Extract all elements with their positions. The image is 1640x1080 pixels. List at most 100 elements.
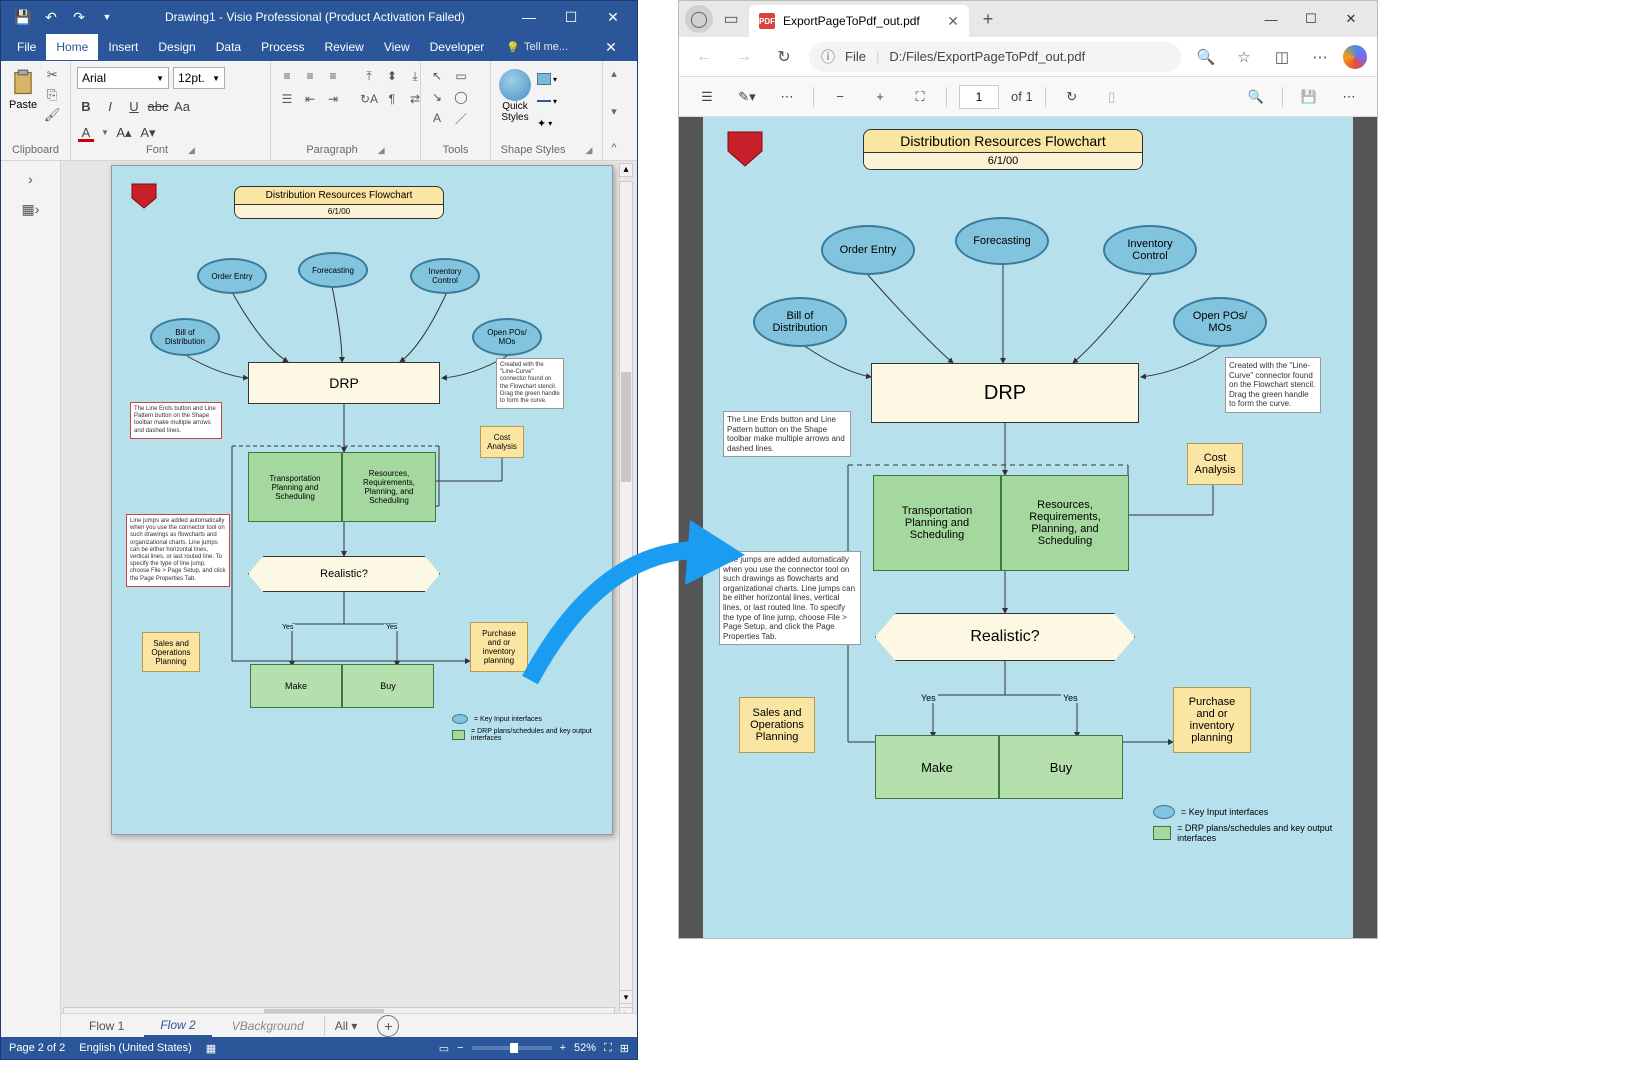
page-tab-vbackground[interactable]: VBackground: [216, 1016, 320, 1036]
save-pdf-icon[interactable]: 💾: [1295, 83, 1323, 111]
cut-icon[interactable]: ✂: [43, 67, 61, 83]
strikethrough-button[interactable]: abc: [149, 97, 167, 115]
effects-button[interactable]: ✦▾: [537, 115, 557, 131]
favorite-icon[interactable]: ☆: [1229, 42, 1259, 72]
tab-review[interactable]: Review: [314, 34, 373, 60]
shrink-font-button[interactable]: A▾: [139, 124, 157, 142]
italic-button[interactable]: I: [101, 97, 119, 115]
zoom-slider[interactable]: [472, 1046, 552, 1050]
back-button[interactable]: ←: [689, 42, 719, 72]
zoom-out-pdf[interactable]: −: [826, 83, 854, 111]
quick-styles-button[interactable]: Quick Styles: [497, 67, 533, 125]
grow-font-button[interactable]: A▴: [115, 124, 133, 142]
site-info-icon[interactable]: ⓘ: [821, 47, 835, 67]
connector-tool[interactable]: ↘: [427, 88, 447, 106]
ellipse-tool[interactable]: ◯: [451, 88, 471, 106]
fit-page-icon[interactable]: ⛶: [604, 1042, 612, 1055]
presentation-mode-icon[interactable]: ▭: [439, 1042, 449, 1055]
address-bar[interactable]: ⓘ File | D:/Files/ExportPageToPdf_out.pd…: [809, 42, 1181, 72]
align-left-button[interactable]: ≡: [277, 67, 297, 85]
split-screen-icon[interactable]: ◫: [1267, 42, 1297, 72]
font-name-dropdown[interactable]: Arial▼: [77, 67, 169, 89]
edge-close-button[interactable]: ✕: [1331, 4, 1371, 34]
shape-styles-dialog-launcher[interactable]: ◢: [585, 145, 592, 156]
rotate-text-button[interactable]: ↻A: [359, 90, 379, 108]
maximize-button[interactable]: ☐: [551, 3, 591, 31]
align-middle-button[interactable]: ⬍: [382, 67, 402, 85]
fill-color-button[interactable]: ▾: [537, 71, 557, 87]
page-tab-flow2[interactable]: Flow 2: [144, 1015, 211, 1037]
paragraph-dialog-launcher[interactable]: ◢: [378, 145, 385, 156]
contents-icon[interactable]: ☰: [693, 83, 721, 111]
close-ribbon-button[interactable]: ✕: [591, 39, 631, 56]
browser-tab[interactable]: PDF ExportPageToPdf_out.pdf ✕: [749, 5, 969, 37]
find-icon[interactable]: 🔍: [1242, 83, 1270, 111]
align-center-button[interactable]: ≡: [300, 67, 320, 85]
tab-developer[interactable]: Developer: [420, 34, 495, 60]
pointer-tool[interactable]: ↖: [427, 67, 447, 85]
undo-icon[interactable]: ↶: [41, 7, 61, 27]
zoom-in-button[interactable]: +: [560, 1042, 566, 1054]
page-view-icon[interactable]: ▯: [1098, 83, 1126, 111]
add-page-button[interactable]: +: [377, 1015, 399, 1037]
pan-zoom-icon[interactable]: ⊞: [620, 1042, 629, 1055]
decrease-indent-button[interactable]: ⇤: [300, 90, 320, 108]
tab-file[interactable]: File: [7, 34, 46, 60]
zoom-out-button[interactable]: −: [457, 1042, 463, 1054]
zoom-level[interactable]: 52%: [574, 1042, 596, 1054]
page-tab-flow1[interactable]: Flow 1: [73, 1016, 140, 1036]
tab-design[interactable]: Design: [148, 34, 205, 60]
close-tab-button[interactable]: ✕: [947, 13, 959, 30]
qat-dropdown-icon[interactable]: ▼: [97, 7, 117, 27]
align-right-button[interactable]: ≡: [323, 67, 343, 85]
macro-record-icon[interactable]: ▦: [206, 1042, 216, 1055]
align-top-button[interactable]: ⤒: [359, 67, 379, 85]
tab-view[interactable]: View: [374, 34, 420, 60]
expand-shapes-icon[interactable]: ›: [20, 169, 42, 189]
close-button[interactable]: ✕: [593, 3, 633, 31]
drawing-canvas[interactable]: ▴ Distribution Resources Flowchart 6/1/0…: [61, 161, 637, 1059]
font-dialog-launcher[interactable]: ◢: [188, 145, 195, 156]
underline-button[interactable]: U: [125, 97, 143, 115]
format-painter-icon[interactable]: 🖌: [43, 107, 61, 123]
forward-button[interactable]: →: [729, 42, 759, 72]
tab-actions-icon[interactable]: ▭: [717, 5, 745, 33]
minimize-button[interactable]: —: [509, 3, 549, 31]
more-tools-icon[interactable]: ⋯: [773, 83, 801, 111]
fit-width-icon[interactable]: ⛶: [906, 83, 934, 111]
copy-icon[interactable]: ⎘: [43, 87, 61, 103]
pdf-viewer[interactable]: Distribution Resources Flowchart 6/1/00: [679, 117, 1377, 938]
language-indicator[interactable]: English (United States): [79, 1042, 192, 1054]
pdf-more-icon[interactable]: ⋯: [1335, 83, 1363, 111]
draw-icon[interactable]: ✎▾: [733, 83, 761, 111]
tab-home[interactable]: Home: [46, 34, 98, 60]
vertical-scrollbar[interactable]: [619, 181, 633, 1023]
scroll-up-button[interactable]: ▴: [619, 163, 633, 177]
edge-maximize-button[interactable]: ☐: [1291, 4, 1331, 34]
paragraph-marks-button[interactable]: ¶: [382, 90, 402, 108]
tab-data[interactable]: Data: [206, 34, 251, 60]
profile-icon[interactable]: ◯: [685, 5, 713, 33]
line-tool[interactable]: ／: [451, 109, 471, 127]
bullets-button[interactable]: ☰: [277, 90, 297, 108]
font-color-button[interactable]: A: [77, 123, 95, 142]
rotate-icon[interactable]: ↻: [1058, 83, 1086, 111]
tell-me-search[interactable]: 💡 Tell me...: [494, 41, 568, 54]
text-highlight-button[interactable]: Aa: [173, 97, 191, 115]
ribbon-scroll-up[interactable]: ▴: [611, 67, 617, 80]
tab-process[interactable]: Process: [251, 34, 314, 60]
scroll-down-button[interactable]: ▾: [619, 990, 633, 1004]
collapse-ribbon-button[interactable]: ^: [611, 142, 616, 154]
edge-minimize-button[interactable]: —: [1251, 4, 1291, 34]
font-size-dropdown[interactable]: 12pt.▼: [173, 67, 225, 89]
ribbon-scroll-down[interactable]: ▾: [611, 105, 617, 118]
zoom-addr-icon[interactable]: 🔍: [1191, 42, 1221, 72]
rectangle-tool[interactable]: ▭: [451, 67, 471, 85]
stencil-icon[interactable]: ▦›: [20, 199, 42, 219]
line-color-button[interactable]: ▾: [537, 93, 557, 109]
redo-icon[interactable]: ↷: [69, 7, 89, 27]
increase-indent-button[interactable]: ⇥: [323, 90, 343, 108]
paste-button[interactable]: Paste: [7, 67, 39, 113]
text-tool[interactable]: A: [427, 109, 447, 127]
settings-menu-icon[interactable]: ⋯: [1305, 42, 1335, 72]
